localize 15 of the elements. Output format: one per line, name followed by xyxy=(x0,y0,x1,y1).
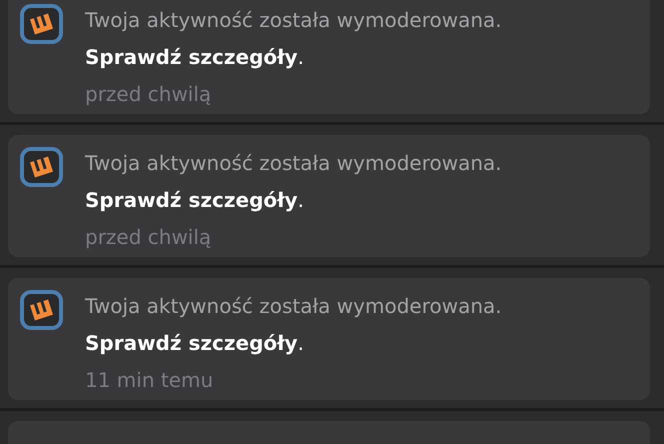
notification-message: Twoja aktywność została wymoderowana. xyxy=(85,293,502,320)
notification-card[interactable]: Twoja aktywność została wymoderowana. Sprawdź szczegóły. przed chwilą xyxy=(8,0,650,114)
notification-time: przed chwilą xyxy=(85,81,212,108)
notification-time: przed chwilą xyxy=(85,224,212,251)
notification-card[interactable]: Twoja aktywność została wymoderowana. Sprawdź szczegóły. 11 min temu xyxy=(8,278,650,400)
details-link[interactable]: Sprawdź szczegóły. xyxy=(85,325,502,362)
app-logo-icon xyxy=(20,147,63,187)
notification-card[interactable]: Twoja aktywność została wymoderowana. Sprawdź szczegóły. przed chwilą xyxy=(8,135,650,257)
app-logo-icon xyxy=(20,4,63,44)
details-link[interactable]: Sprawdź szczegóły. xyxy=(85,39,502,76)
notification-time: 11 min temu xyxy=(85,367,214,394)
details-link[interactable]: Sprawdź szczegóły. xyxy=(85,182,502,219)
app-logo-icon xyxy=(20,290,63,330)
notification-message: Twoja aktywność została wymoderowana. xyxy=(85,7,502,34)
notification-message: Twoja aktywność została wymoderowana. xyxy=(85,150,502,177)
